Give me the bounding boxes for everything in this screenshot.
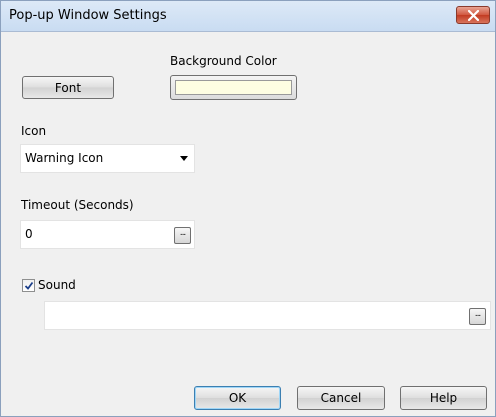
checkmark-icon (24, 281, 34, 290)
sound-file-input[interactable]: ... (44, 301, 491, 330)
cancel-button[interactable]: Cancel (297, 386, 385, 410)
close-icon (468, 10, 479, 21)
background-color-label: Background Color (170, 54, 277, 68)
chevron-down-icon (180, 156, 188, 161)
dialog-window: Pop-up Window Settings Font Background C… (0, 0, 496, 417)
timeout-browse-button[interactable]: ... (174, 227, 191, 244)
window-title: Pop-up Window Settings (9, 8, 167, 23)
icon-label: Icon (21, 124, 47, 138)
sound-browse-button[interactable]: ... (469, 308, 486, 325)
sound-checkbox[interactable] (22, 279, 35, 292)
timeout-input[interactable]: 0 ... (20, 220, 195, 249)
background-color-swatch (175, 80, 292, 95)
icon-dropdown-value: Warning Icon (25, 151, 104, 165)
font-button[interactable]: Font (22, 76, 114, 99)
help-button[interactable]: Help (400, 386, 487, 410)
ok-button[interactable]: OK (194, 386, 281, 410)
timeout-value: 0 (25, 227, 33, 241)
close-button[interactable] (456, 6, 490, 24)
icon-dropdown[interactable]: Warning Icon (20, 144, 195, 173)
sound-label: Sound (38, 278, 76, 292)
title-bar[interactable]: Pop-up Window Settings (1, 1, 495, 32)
background-color-button[interactable] (170, 75, 297, 100)
timeout-label: Timeout (Seconds) (21, 198, 134, 212)
